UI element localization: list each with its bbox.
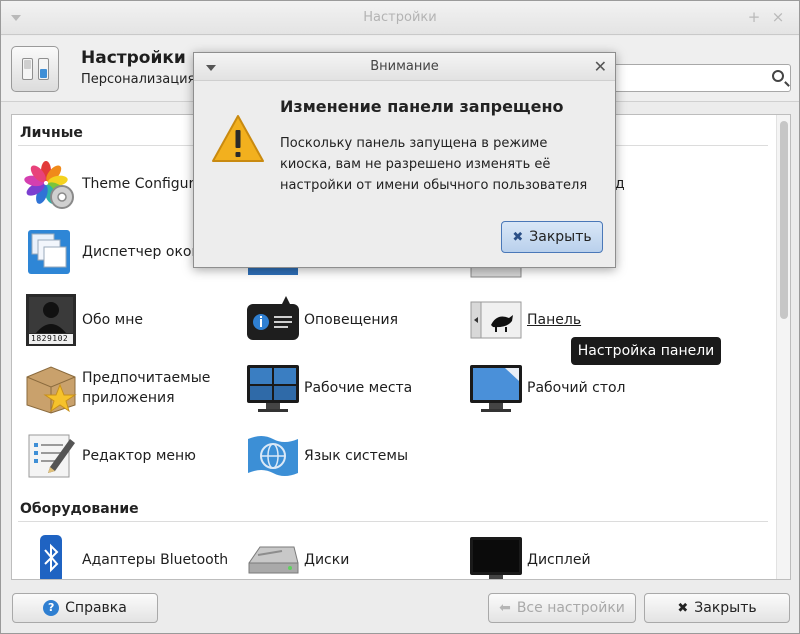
- section-title-hardware: Оборудование: [20, 501, 139, 517]
- preferred-apps-icon: [22, 359, 80, 417]
- dialog-message: Поскольку панель запущена в режиме киоск…: [280, 136, 588, 193]
- system-language-icon: [244, 427, 302, 485]
- dialog-close-label: Закрыть: [529, 229, 592, 245]
- close-button[interactable]: ✖ Закрыть: [644, 593, 790, 623]
- item-label: Рабочие места: [304, 380, 413, 396]
- item-system-language[interactable]: Язык системы: [244, 427, 408, 485]
- item-label: Диски: [304, 552, 350, 568]
- help-button[interactable]: ? Справка: [12, 593, 158, 623]
- window-title: Настройки: [363, 10, 437, 25]
- item-label: Theme Configura: [82, 176, 203, 192]
- content-scrollbar[interactable]: [776, 115, 790, 579]
- all-settings-button[interactable]: ⬅ Все настройки: [488, 593, 636, 623]
- item-label: д: [615, 176, 625, 192]
- settings-app-icon: [11, 46, 59, 92]
- item-preferred-apps[interactable]: Предпочитаемые приложения: [22, 359, 210, 417]
- item-disks[interactable]: Диски: [244, 531, 350, 579]
- search-icon[interactable]: [772, 70, 784, 82]
- item-menu-editor[interactable]: Редактор меню: [22, 427, 196, 485]
- header-subtitle: Персонализация: [81, 72, 196, 87]
- shade-button[interactable]: +: [745, 8, 763, 26]
- back-arrow-icon: ⬅: [499, 600, 511, 616]
- bluetooth-icon: [22, 531, 80, 579]
- dialog-title: Внимание: [370, 59, 439, 74]
- disks-icon: [244, 531, 302, 579]
- warning-dialog: Внимание ✕ Изменение панели запрещено По…: [193, 52, 616, 268]
- item-workspaces[interactable]: Рабочие места: [244, 359, 412, 417]
- close-icon: ✖: [512, 229, 524, 245]
- section-title-personal: Личные: [20, 125, 83, 141]
- window-close-button[interactable]: ×: [769, 8, 787, 26]
- item-display[interactable]: Дисплей: [467, 531, 591, 579]
- dialog-close-button[interactable]: ✖ Закрыть: [501, 221, 603, 253]
- item-label: Рабочий стол: [527, 380, 626, 396]
- item-label: Диспетчер окон: [82, 244, 201, 260]
- dialog-heading: Изменение панели запрещено: [280, 97, 564, 116]
- item-desktop[interactable]: Рабочий стол: [467, 359, 626, 417]
- item-notifications[interactable]: Оповещения: [244, 291, 398, 349]
- item-label: Адаптеры Bluetooth: [82, 552, 229, 568]
- close-button-label: Закрыть: [694, 600, 757, 616]
- dialog-close-icon[interactable]: ✕: [594, 57, 607, 76]
- scrollbar-thumb[interactable]: [780, 121, 788, 319]
- item-label: Панель: [527, 312, 582, 328]
- item-theme-configurator[interactable]: Theme Configura: [22, 155, 203, 213]
- item-bluetooth[interactable]: Адаптеры Bluetooth: [22, 531, 229, 579]
- about-me-badge: 1829102: [31, 334, 69, 343]
- workspaces-icon: [244, 359, 302, 417]
- item-label: Обо мне: [82, 312, 143, 328]
- item-label: Предпочитаемые приложения: [82, 370, 211, 406]
- panel-tooltip: Настройка панели: [571, 337, 721, 365]
- panel-icon: [467, 291, 525, 349]
- window-manager-icon: [22, 223, 80, 281]
- menu-editor-icon: [22, 427, 80, 485]
- item-label: Оповещения: [304, 312, 399, 328]
- all-settings-label: Все настройки: [516, 600, 625, 616]
- item-label: Дисплей: [527, 552, 591, 568]
- item-about-me[interactable]: 1829102 Обо мне: [22, 291, 143, 349]
- item-panel[interactable]: Панель: [467, 291, 581, 349]
- theme-configurator-icon: [22, 155, 80, 213]
- about-me-icon: 1829102: [22, 291, 80, 349]
- desktop-icon: [467, 359, 525, 417]
- header-title: Настройки: [81, 48, 186, 68]
- display-icon: [467, 531, 525, 579]
- close-icon: ✖: [677, 600, 689, 616]
- section-divider: [18, 521, 768, 522]
- search-input[interactable]: [611, 64, 791, 92]
- dialog-titlebar[interactable]: Внимание ✕: [194, 53, 615, 81]
- window-titlebar[interactable]: Настройки + ×: [1, 1, 799, 35]
- item-label: Язык системы: [304, 448, 409, 464]
- notifications-icon: [244, 291, 302, 349]
- help-button-label: Справка: [65, 600, 127, 616]
- help-icon: ?: [43, 600, 60, 616]
- warning-icon: [210, 113, 266, 165]
- item-window-manager[interactable]: Диспетчер окон: [22, 223, 201, 281]
- item-label: Редактор меню: [82, 448, 196, 464]
